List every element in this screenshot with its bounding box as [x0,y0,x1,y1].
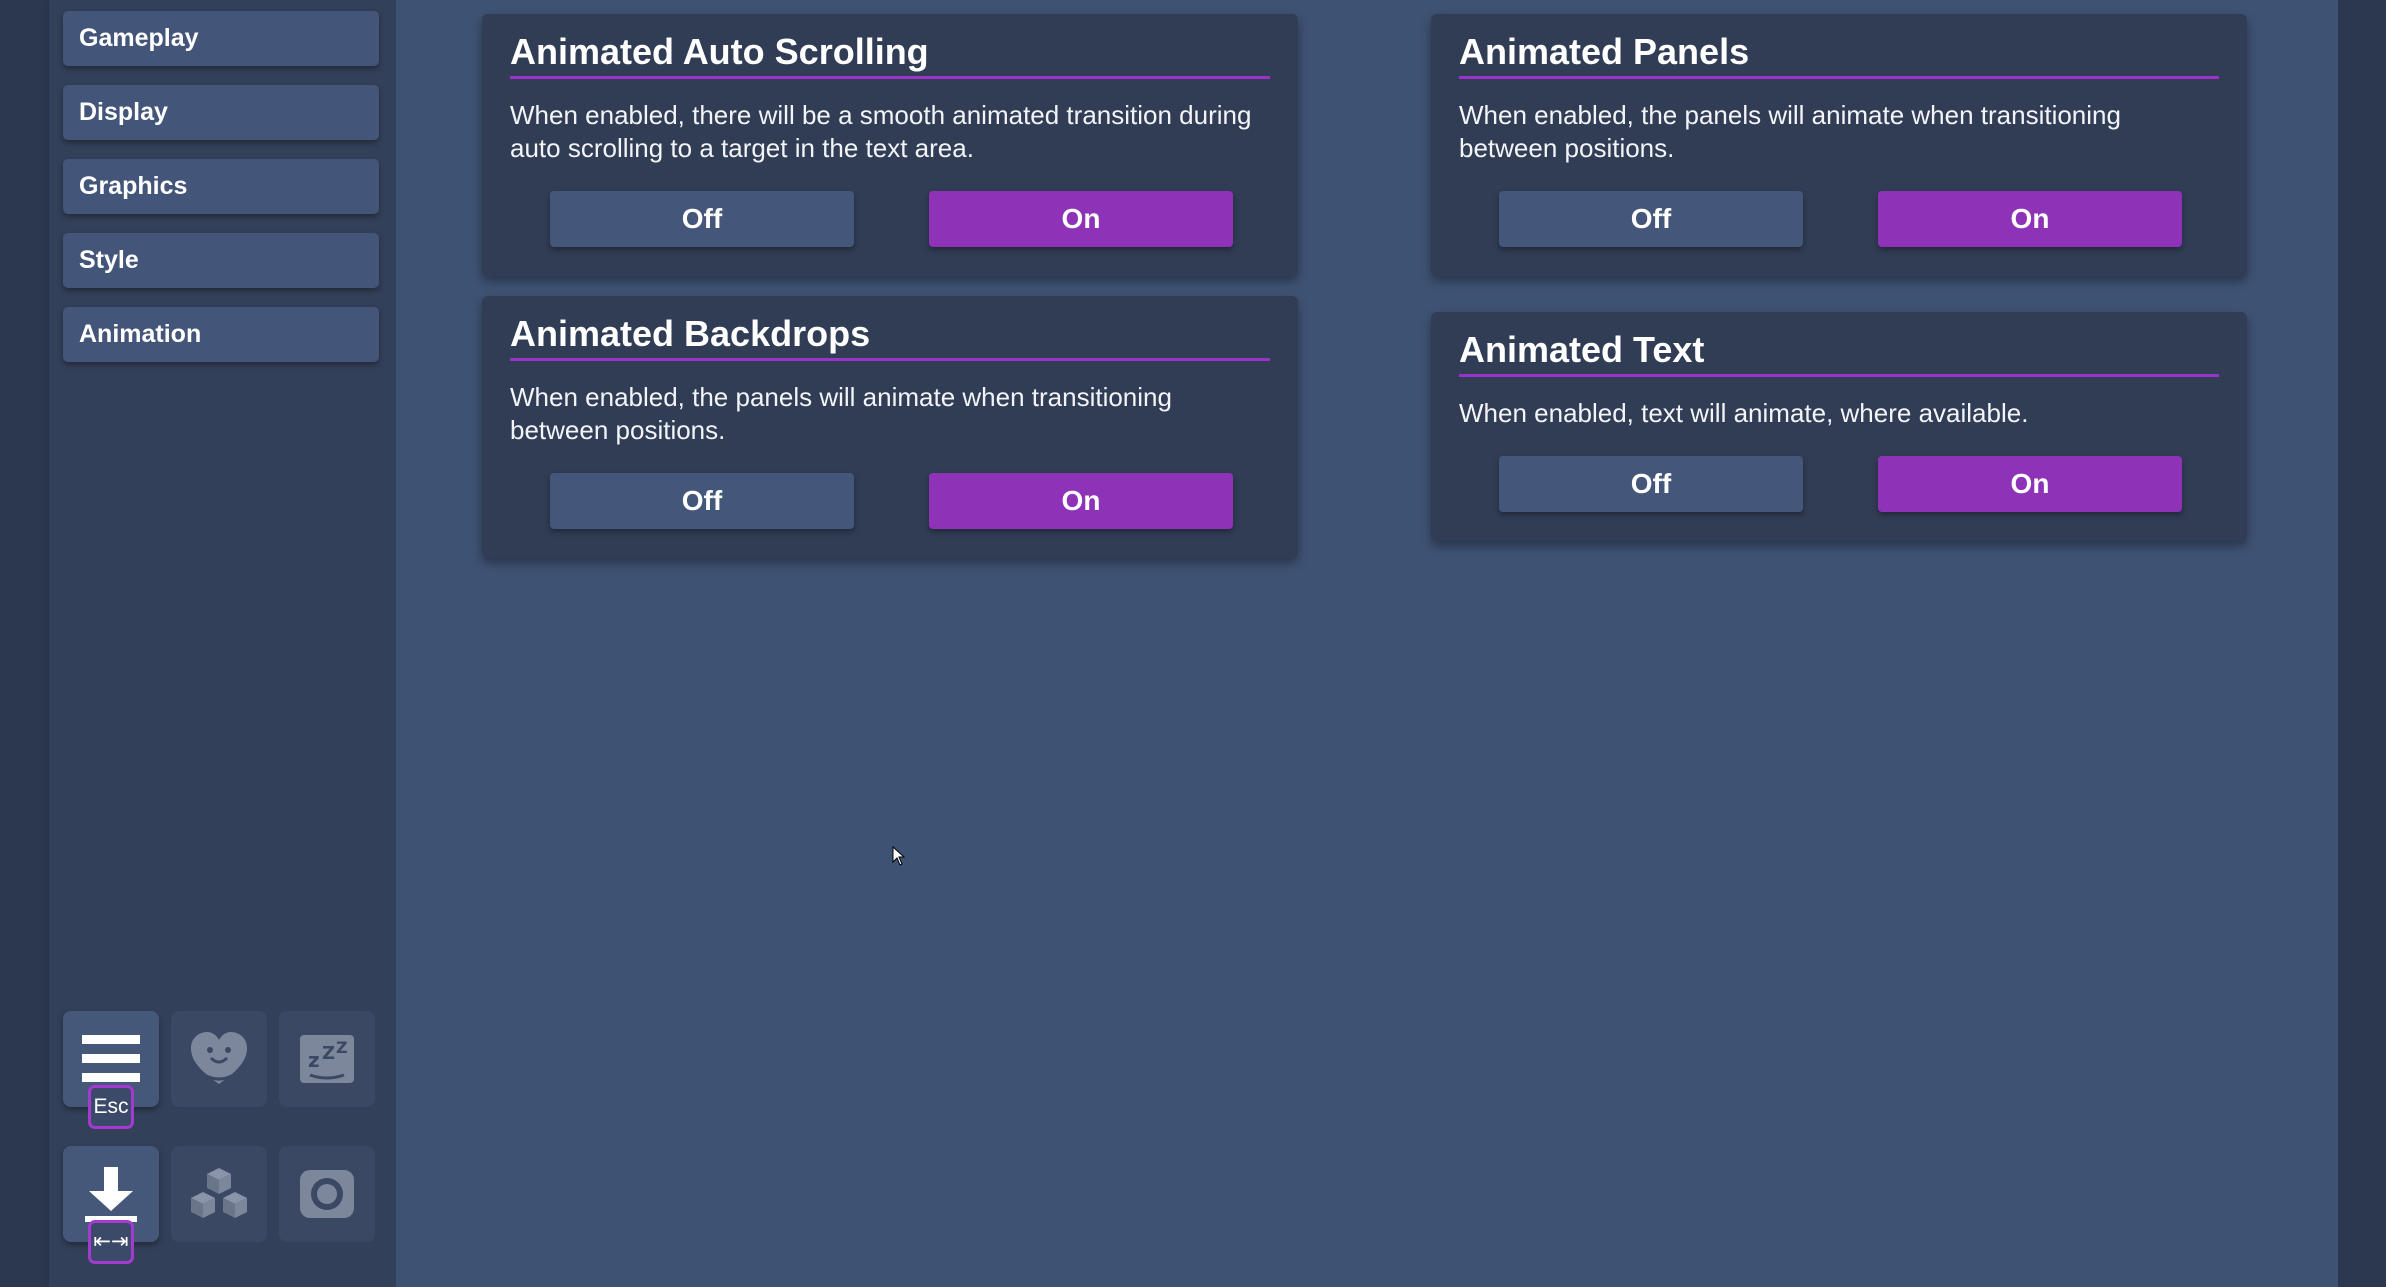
cubes-icon [191,1168,247,1218]
on-button[interactable]: On [1878,456,2182,512]
setting-title: Animated Auto Scrolling [510,30,1270,79]
off-button[interactable]: Off [1499,456,1803,512]
setting-description: When enabled, the panels will animate wh… [510,382,1172,445]
setting-title: Animated Text [1459,328,2219,377]
setting-card-animated-auto-scrolling: Animated Auto Scrolling When enabled, th… [482,14,1298,276]
mouse-cursor-icon [892,846,906,866]
svg-text:Z: Z [322,1043,335,1064]
left-edge [0,0,49,1287]
setting-description: When enabled, the panels will animate wh… [1459,100,2121,163]
off-button[interactable]: Off [1499,191,1803,247]
off-button[interactable]: Off [550,473,854,529]
setting-title: Animated Backdrops [510,312,1270,361]
sidebar-item-graphics[interactable]: Graphics [63,159,379,214]
download-icon [85,1167,137,1222]
svg-text:z: z [308,1048,320,1072]
toggle-row: Off On [1459,456,2219,512]
off-button[interactable]: Off [550,191,854,247]
setting-title: Animated Panels [1459,30,2219,79]
menu-icon [82,1035,140,1082]
setting-description: When enabled, there will be a smooth ani… [510,100,1252,163]
on-button[interactable]: On [929,473,1233,529]
heart-icon [191,1032,247,1084]
toggle-row: Off On [510,473,1270,529]
screenshot-button[interactable] [279,1146,375,1242]
sidebar-item-style[interactable]: Style [63,233,379,288]
sidebar-item-animation[interactable]: Animation [63,307,379,362]
esc-key-badge: Esc [88,1085,134,1129]
sleep-button[interactable]: z Z Z [279,1011,375,1107]
on-button[interactable]: On [929,191,1233,247]
toggle-row: Off On [510,191,1270,247]
toggle-row: Off On [1459,191,2219,247]
favorites-button[interactable] [171,1011,267,1107]
setting-card-animated-text: Animated Text When enabled, text will an… [1431,312,2247,541]
save-key-badge: ⇤⇥ [88,1220,134,1264]
setting-card-animated-backdrops: Animated Backdrops When enabled, the pan… [482,296,1298,558]
right-edge [2338,0,2386,1287]
sleep-icon: z Z Z [300,1035,354,1083]
on-button[interactable]: On [1878,191,2182,247]
sidebar-item-gameplay[interactable]: Gameplay [63,11,379,66]
sidebar: Gameplay Display Graphics Style Animatio… [49,0,396,1287]
sidebar-item-display[interactable]: Display [63,85,379,140]
load-button[interactable] [171,1146,267,1242]
setting-card-animated-panels: Animated Panels When enabled, the panels… [1431,14,2247,276]
setting-description: When enabled, text will animate, where a… [1459,398,2029,428]
svg-text:Z: Z [336,1038,348,1057]
screenshot-icon [300,1170,354,1218]
